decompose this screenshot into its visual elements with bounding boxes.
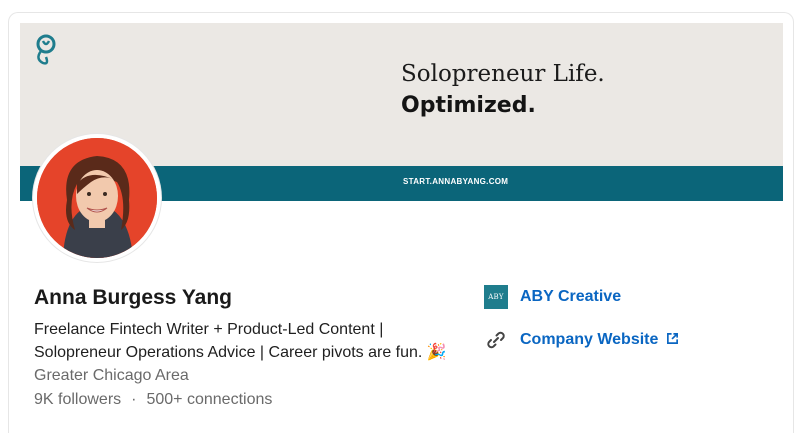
headline-line-2-text: Solopreneur Operations Advice | Career p… (34, 344, 423, 361)
profile-name: Anna Burgess Yang (34, 286, 233, 309)
headline-line-2: Solopreneur Operations Advice | Career p… (34, 341, 454, 364)
avatar-photo (37, 138, 157, 258)
external-link-icon (667, 332, 679, 344)
headline-line-1: Freelance Fintech Writer + Product-Led C… (34, 321, 384, 338)
party-popper-icon: 🎉 (426, 344, 447, 361)
company-name-link[interactable]: ABY Creative (520, 288, 621, 306)
connections-count[interactable]: 500+ connections (146, 391, 272, 408)
link-icon (487, 331, 505, 349)
profile-location: Greater Chicago Area (34, 367, 189, 384)
followers-count[interactable]: 9K followers (34, 391, 121, 408)
banner-url: START.ANNABYANG.COM (403, 177, 509, 186)
company-logo: ABY (484, 285, 508, 309)
avatar-person-icon (37, 138, 157, 258)
company-row[interactable]: ABY ABY Creative (484, 285, 621, 309)
profile-headline: Freelance Fintech Writer + Product-Led C… (34, 318, 454, 364)
banner-headline: Solopreneur Life. (401, 61, 605, 87)
stats-separator: · (131, 391, 137, 408)
banner-logo-icon (36, 34, 56, 65)
company-website-link[interactable]: Company Website (520, 331, 658, 349)
banner-subheadline: Optimized. (401, 93, 536, 118)
profile-avatar[interactable] (33, 134, 161, 262)
website-row[interactable]: Company Website (484, 328, 679, 352)
profile-stats: 9K followers · 500+ connections (34, 391, 272, 409)
